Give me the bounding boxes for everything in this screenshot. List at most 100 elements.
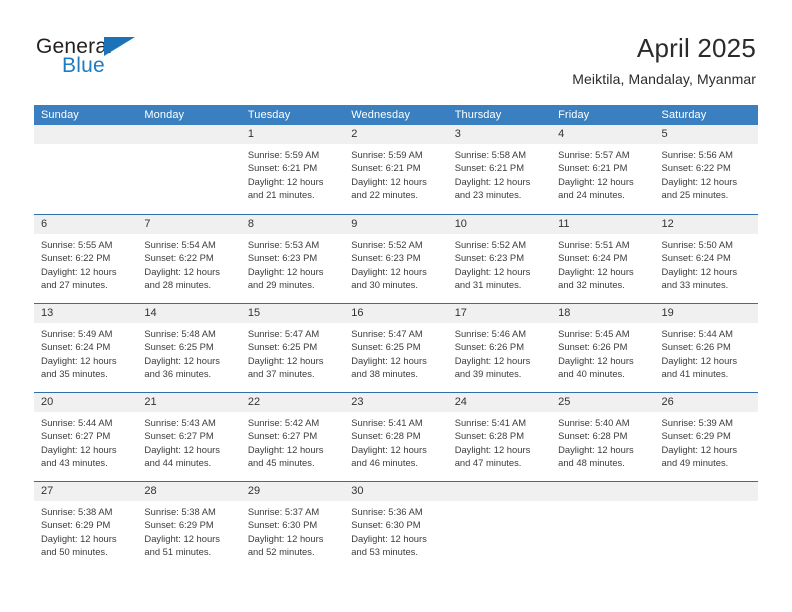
day-detail-line: Sunset: 6:21 PM xyxy=(558,162,628,174)
day-number: 7 xyxy=(144,218,151,230)
calendar-day-cell[interactable]: 13 Sunrise: 5:49 AM Sunset: 6:24 PM Dayligh… xyxy=(34,304,138,392)
calendar-day-cell[interactable]: 8 Sunrise: 5:53 AM Sunset: 6:23 PM Daylight… xyxy=(240,215,345,303)
calendar-day-empty xyxy=(551,482,655,570)
calendar-day-cell[interactable]: 9 Sunrise: 5:52 AM Sunset: 6:23 PM Daylight… xyxy=(344,215,448,303)
day-number-band: 7 xyxy=(137,215,241,234)
day-detail-text: Sunrise: 5:43 AM Sunset: 6:27 PM Daylight:… xyxy=(137,412,240,469)
title-block: April 2025 Meiktila, Mandalay, Myanmar xyxy=(572,32,756,88)
brand-logo[interactable]: General Blue xyxy=(36,36,236,86)
calendar-day-cell[interactable]: 26 Sunrise: 5:39 AM Sunset: 6:29 PM Dayligh… xyxy=(654,393,758,481)
calendar-day-cell[interactable]: 30 Sunrise: 5:36 AM Sunset: 6:30 PM Dayligh… xyxy=(344,482,448,570)
day-detail-line: Sunrise: 5:48 AM xyxy=(144,328,216,339)
day-number-band: 5 xyxy=(654,125,758,144)
calendar-day-cell[interactable]: 6 Sunrise: 5:55 AM Sunset: 6:22 PM Daylight… xyxy=(34,215,138,303)
day-detail-line: Sunset: 6:27 PM xyxy=(247,430,318,442)
calendar-day-cell[interactable]: 5 Sunrise: 5:56 AM Sunset: 6:22 PM Daylight… xyxy=(654,125,758,214)
day-detail-text: Sunrise: 5:47 AM Sunset: 6:25 PM Daylight:… xyxy=(241,323,344,380)
day-detail-line: Daylight: 12 hours xyxy=(454,354,531,366)
calendar-day-cell[interactable]: 29 Sunrise: 5:37 AM Sunset: 6:30 PM Dayligh… xyxy=(240,482,345,570)
calendar-day-empty xyxy=(137,125,241,214)
day-number-band: 6 xyxy=(34,215,138,234)
day-detail-text: Sunrise: 5:47 AM Sunset: 6:25 PM Daylight:… xyxy=(344,323,447,380)
day-detail-line: Daylight: 12 hours xyxy=(558,354,634,366)
day-detail-line: and 23 minutes. xyxy=(454,188,522,200)
calendar-day-cell[interactable]: 24 Sunrise: 5:41 AM Sunset: 6:28 PM Dayligh… xyxy=(447,393,552,481)
calendar-week-row: 13 Sunrise: 5:49 AM Sunset: 6:24 PM Dayligh… xyxy=(34,303,758,392)
day-detail-line: Sunrise: 5:42 AM xyxy=(247,417,320,428)
calendar-day-cell[interactable]: 2 Sunrise: 5:59 AM Sunset: 6:21 PM Daylight… xyxy=(344,125,448,214)
day-detail-line: Sunset: 6:26 PM xyxy=(661,341,731,353)
day-number-band: 1 xyxy=(240,125,345,144)
day-detail-text: Sunrise: 5:51 AM Sunset: 6:24 PM Daylight:… xyxy=(551,234,654,291)
calendar-day-cell[interactable]: 18 Sunrise: 5:45 AM Sunset: 6:26 PM Dayligh… xyxy=(551,304,655,392)
day-detail-line: Daylight: 12 hours xyxy=(247,443,324,455)
calendar-day-cell[interactable]: 17 Sunrise: 5:46 AM Sunset: 6:26 PM Dayligh… xyxy=(447,304,552,392)
day-number-band: 17 xyxy=(447,304,552,323)
day-detail-text: Sunrise: 5:38 AM Sunset: 6:29 PM Daylight:… xyxy=(137,501,240,558)
day-number-band xyxy=(34,125,138,144)
day-number-band: 13 xyxy=(34,304,138,323)
calendar-day-cell[interactable]: 15 Sunrise: 5:47 AM Sunset: 6:25 PM Dayligh… xyxy=(240,304,345,392)
calendar-day-cell[interactable]: 16 Sunrise: 5:47 AM Sunset: 6:25 PM Dayligh… xyxy=(344,304,448,392)
day-detail-line: Daylight: 12 hours xyxy=(247,265,324,277)
brand-triangle-icon xyxy=(104,37,135,56)
day-detail-line: Sunrise: 5:37 AM xyxy=(247,506,320,517)
day-detail-line: and 24 minutes. xyxy=(558,188,625,200)
day-detail-line: Daylight: 12 hours xyxy=(351,443,427,455)
day-number: 23 xyxy=(351,396,364,408)
calendar-day-cell[interactable]: 10 Sunrise: 5:52 AM Sunset: 6:23 PM Dayligh… xyxy=(447,215,552,303)
calendar-page: General Blue April 2025 Meiktila, Mandal… xyxy=(0,0,792,612)
day-detail-line: and 47 minutes. xyxy=(454,456,522,468)
day-detail-line: Sunrise: 5:38 AM xyxy=(41,506,113,517)
day-detail-line: and 35 minutes. xyxy=(41,367,108,379)
calendar-day-cell[interactable]: 22 Sunrise: 5:42 AM Sunset: 6:27 PM Dayligh… xyxy=(240,393,345,481)
day-detail-text: Sunrise: 5:38 AM Sunset: 6:29 PM Daylight:… xyxy=(34,501,137,558)
day-detail-line: Sunset: 6:25 PM xyxy=(247,341,318,353)
day-detail-text xyxy=(137,144,240,148)
calendar-day-cell[interactable]: 12 Sunrise: 5:50 AM Sunset: 6:24 PM Dayligh… xyxy=(654,215,758,303)
day-detail-line: Sunset: 6:25 PM xyxy=(351,341,421,353)
calendar-day-cell[interactable]: 23 Sunrise: 5:41 AM Sunset: 6:28 PM Dayligh… xyxy=(344,393,448,481)
day-number: 29 xyxy=(247,485,261,497)
day-detail-line: Sunrise: 5:59 AM xyxy=(351,149,423,160)
weekday-header-row: Sunday Monday Tuesday Wednesday Thursday Frid… xyxy=(34,105,758,125)
day-detail-text: Sunrise: 5:44 AM Sunset: 6:26 PM Daylight:… xyxy=(655,323,758,380)
day-detail-line: and 48 minutes. xyxy=(558,456,625,468)
day-number-band: 12 xyxy=(654,215,758,234)
day-number-band: 20 xyxy=(34,393,138,412)
calendar-day-cell[interactable]: 1 Sunrise: 5:59 AM Sunset: 6:21 PM Daylight… xyxy=(240,125,345,214)
calendar-day-cell[interactable]: 11 Sunrise: 5:51 AM Sunset: 6:24 PM Dayligh… xyxy=(551,215,655,303)
day-number-band: 29 xyxy=(240,482,345,501)
day-detail-line: Sunset: 6:30 PM xyxy=(247,519,318,531)
page-title: April 2025 xyxy=(636,33,756,63)
calendar-day-cell[interactable]: 28 Sunrise: 5:38 AM Sunset: 6:29 PM Dayligh… xyxy=(137,482,241,570)
weekday-header-saturday: Saturday xyxy=(661,109,707,121)
day-number-band: 21 xyxy=(137,393,241,412)
calendar-day-cell[interactable]: 4 Sunrise: 5:57 AM Sunset: 6:21 PM Daylight… xyxy=(551,125,655,214)
day-number: 26 xyxy=(661,396,674,408)
day-detail-line: and 32 minutes. xyxy=(558,278,625,290)
day-detail-line: Daylight: 12 hours xyxy=(454,265,531,277)
calendar-day-cell[interactable]: 14 Sunrise: 5:48 AM Sunset: 6:25 PM Dayligh… xyxy=(137,304,241,392)
calendar-day-cell[interactable]: 19 Sunrise: 5:44 AM Sunset: 6:26 PM Dayligh… xyxy=(654,304,758,392)
day-detail-line: and 21 minutes. xyxy=(247,188,315,200)
brand-name-blue: Blue xyxy=(62,54,105,77)
calendar-day-cell[interactable]: 21 Sunrise: 5:43 AM Sunset: 6:27 PM Dayligh… xyxy=(137,393,241,481)
day-detail-line: Daylight: 12 hours xyxy=(247,354,324,366)
calendar-day-cell[interactable]: 3 Sunrise: 5:58 AM Sunset: 6:21 PM Daylight… xyxy=(447,125,552,214)
day-number-band: 24 xyxy=(447,393,552,412)
day-detail-line: Sunset: 6:23 PM xyxy=(454,252,524,264)
day-number-band: 22 xyxy=(240,393,345,412)
day-number-band: 2 xyxy=(344,125,448,144)
day-number: 15 xyxy=(247,307,261,319)
calendar-day-cell[interactable]: 20 Sunrise: 5:44 AM Sunset: 6:27 PM Dayligh… xyxy=(34,393,138,481)
day-detail-text: Sunrise: 5:37 AM Sunset: 6:30 PM Daylight:… xyxy=(241,501,344,558)
day-detail-line: and 38 minutes. xyxy=(351,367,418,379)
calendar-day-cell[interactable]: 27 Sunrise: 5:38 AM Sunset: 6:29 PM Dayligh… xyxy=(34,482,138,570)
calendar-day-cell[interactable]: 7 Sunrise: 5:54 AM Sunset: 6:22 PM Daylight… xyxy=(137,215,241,303)
calendar-day-cell[interactable]: 25 Sunrise: 5:40 AM Sunset: 6:28 PM Dayligh… xyxy=(551,393,655,481)
day-detail-text: Sunrise: 5:52 AM Sunset: 6:23 PM Daylight:… xyxy=(448,234,551,291)
calendar-week-row: 1 Sunrise: 5:59 AM Sunset: 6:21 PM Daylight… xyxy=(34,125,758,214)
day-detail-text: Sunrise: 5:56 AM Sunset: 6:22 PM Daylight:… xyxy=(655,144,758,201)
day-detail-line: Daylight: 12 hours xyxy=(351,354,427,366)
